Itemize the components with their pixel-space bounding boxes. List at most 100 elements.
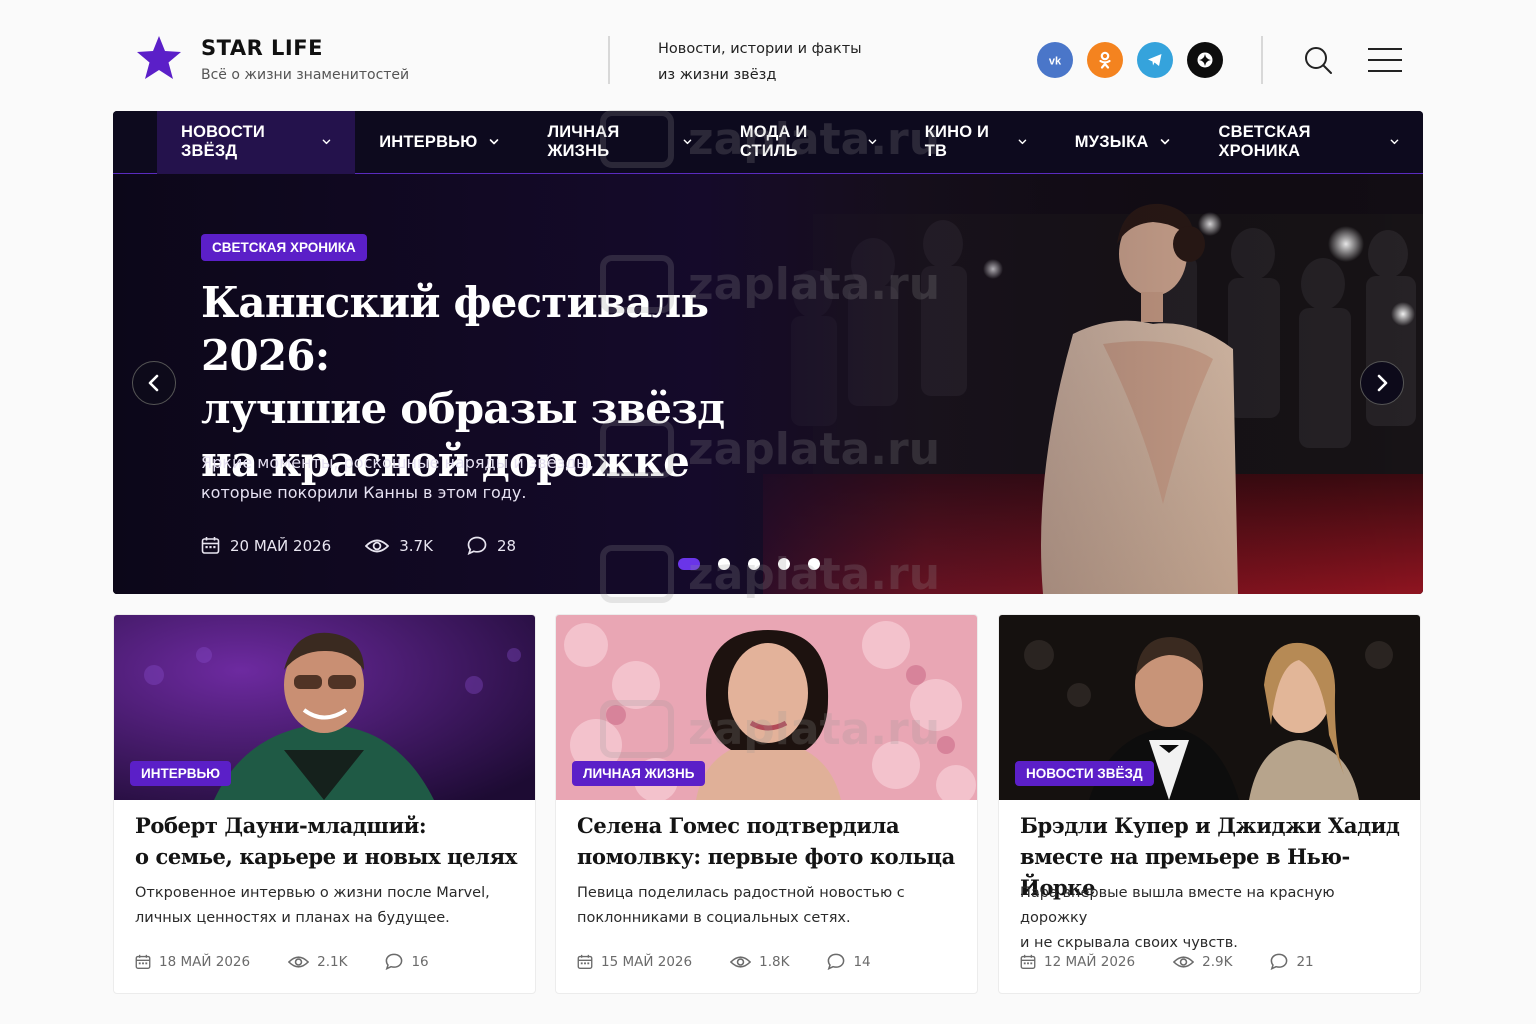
header-divider: [1261, 36, 1263, 84]
slider-dot[interactable]: [718, 558, 730, 570]
slider-next-button[interactable]: [1360, 361, 1404, 405]
hero-comments: 28: [467, 536, 516, 555]
card-title-line: Брэдли Купер и Джиджи Хадид: [1020, 813, 1400, 838]
card-meta: 12 МАЙ 2026 2.9K 21: [1020, 953, 1352, 970]
header-description-line: Новости, истории и факты: [658, 41, 862, 57]
header-divider: [608, 36, 610, 84]
card-date-text: 18 МАЙ 2026: [159, 953, 251, 970]
nav-item-4[interactable]: КИНО И ТВ: [901, 111, 1051, 174]
hero-section: НОВОСТИ ЗВЁЗД ИНТЕРВЬЮ ЛИЧНАЯ ЖИЗНЬ МОДА И …: [113, 111, 1423, 594]
card-description-line: Певица поделилась радостной новостью с: [577, 885, 905, 901]
brand-name[interactable]: STAR LIFE: [201, 36, 323, 60]
svg-text:vk: vk: [1049, 56, 1062, 68]
hero-date: 20 МАЙ 2026: [201, 536, 331, 555]
chevron-down-icon: [1018, 139, 1027, 145]
card-comments: 16: [385, 953, 429, 970]
hero-category-badge[interactable]: СВЕТСКАЯ ХРОНИКА: [201, 234, 367, 261]
eye-icon: [730, 955, 752, 968]
card-comments: 21: [1270, 953, 1314, 970]
card-views-count: 1.8K: [759, 953, 790, 970]
search-icon[interactable]: [1303, 45, 1333, 75]
slider-dot[interactable]: [678, 558, 700, 570]
calendar-icon: [135, 954, 151, 969]
card-comments-count: 16: [411, 953, 429, 970]
nav-item-3[interactable]: МОДА И СТИЛЬ: [716, 111, 901, 174]
chevron-down-icon: [868, 139, 877, 145]
nav-item-label: СВЕТСКАЯ ХРОНИКА: [1218, 123, 1311, 160]
nav-item-label: ИНТЕРВЬЮ: [379, 132, 478, 151]
card-title-line: о семье, карьере и новых целях: [135, 844, 517, 869]
nav-item-2[interactable]: ЛИЧНАЯ ЖИЗНЬ: [523, 111, 715, 174]
card-meta: 15 МАЙ 2026 1.8K 14: [577, 953, 909, 970]
card-description: Пара впервые вышла вместе на красную дор…: [1020, 881, 1405, 956]
chevron-down-icon: [683, 139, 692, 145]
star-logo-icon[interactable]: [135, 34, 183, 82]
card-title-line: Роберт Дауни-младший:: [135, 813, 427, 838]
card-description-line: Откровенное интервью о жизни после Marve…: [135, 885, 490, 901]
card-date: 12 МАЙ 2026: [1020, 954, 1135, 970]
card-date-text: 15 МАЙ 2026: [601, 953, 693, 970]
comment-icon: [386, 953, 403, 970]
nav-item-label: МУЗЫКА: [1074, 132, 1149, 151]
site-header: STAR LIFE Всё о жизни знаменитостей Ново…: [113, 28, 1423, 98]
hero-views: 3.7K: [365, 537, 433, 555]
card-category-badge[interactable]: ЛИЧНАЯ ЖИЗНЬ: [572, 761, 706, 786]
card-views: 2.9K: [1173, 954, 1232, 970]
card-title[interactable]: Роберт Дауни-младший: о семье, карьере и…: [135, 810, 520, 872]
eye-icon: [365, 539, 390, 552]
brand-tagline: Всё о жизни знаменитостей: [201, 67, 410, 83]
hero-subtitle-line: Яркие моменты, роскошные наряды и звёзды…: [201, 453, 594, 472]
news-card[interactable]: ЛИЧНАЯ ЖИЗНЬ Селена Гомес подтвердила по…: [555, 614, 978, 994]
odnoklassniki-icon[interactable]: [1087, 42, 1123, 78]
nav-item-label: МОДА И СТИЛЬ: [739, 123, 808, 160]
chevron-right-icon: [1377, 374, 1388, 392]
card-views: 2.1K: [288, 954, 347, 970]
card-comments-count: 14: [853, 953, 871, 970]
card-description-line: поклонниками в социальных сетях.: [577, 910, 851, 926]
hero-views-count: 3.7K: [399, 536, 433, 555]
slider-dot[interactable]: [748, 558, 760, 570]
nav-item-label: НОВОСТИ ЗВЁЗД: [181, 123, 265, 160]
card-title-line: помолвку: первые фото кольца: [577, 844, 955, 869]
card-meta: 18 МАЙ 2026 2.1K 16: [135, 953, 467, 970]
eye-icon: [288, 955, 310, 968]
card-date: 15 МАЙ 2026: [577, 954, 692, 970]
card-description-line: личных ценностях и планах на будущее.: [135, 910, 450, 926]
nav-item-0[interactable]: НОВОСТИ ЗВЁЗД: [157, 111, 356, 174]
hero-title-line: лучшие образы звёзд: [201, 384, 725, 433]
comment-icon: [467, 536, 487, 555]
news-card[interactable]: ИНТЕРВЬЮ Роберт Дауни-младший: о семье, …: [113, 614, 536, 994]
nav-item-label: ЛИЧНАЯ ЖИЗНЬ: [547, 123, 620, 160]
card-category-badge[interactable]: ИНТЕРВЬЮ: [130, 761, 232, 786]
telegram-icon[interactable]: [1137, 42, 1173, 78]
card-title-line: Селена Гомес подтвердила: [577, 813, 900, 838]
slider-dot[interactable]: [778, 558, 790, 570]
hamburger-menu-icon[interactable]: [1368, 48, 1402, 72]
social-links: vk: [1037, 42, 1223, 78]
nav-item-1[interactable]: ИНТЕРВЬЮ: [355, 111, 523, 174]
vk-icon[interactable]: vk: [1037, 42, 1073, 78]
chevron-down-icon: [322, 139, 331, 145]
calendar-icon: [1020, 954, 1036, 969]
card-title[interactable]: Селена Гомес подтвердила помолвку: первы…: [577, 810, 962, 872]
chevron-left-icon: [148, 374, 159, 392]
nav-item-6[interactable]: СВЕТСКАЯ ХРОНИКА: [1194, 111, 1423, 174]
card-category-badge[interactable]: НОВОСТИ ЗВЁЗД: [1015, 761, 1154, 786]
card-date-text: 12 МАЙ 2026: [1044, 953, 1136, 970]
card-comments: 14: [827, 953, 871, 970]
nav-item-5[interactable]: МУЗЫКА: [1051, 111, 1195, 174]
card-views-count: 2.9K: [1202, 953, 1233, 970]
card-views-count: 2.1K: [317, 953, 348, 970]
dzen-icon[interactable]: [1187, 42, 1223, 78]
slider-dots: [678, 558, 820, 570]
news-card[interactable]: НОВОСТИ ЗВЁЗД Брэдли Купер и Джиджи Хади…: [998, 614, 1421, 994]
slider-dot[interactable]: [808, 558, 820, 570]
comment-icon: [828, 953, 845, 970]
header-description: Новости, истории и факты из жизни звёзд: [658, 36, 862, 88]
nav-item-label: КИНО И ТВ: [924, 123, 990, 160]
hero-title-line: Каннский фестиваль 2026:: [201, 278, 709, 380]
card-description: Певица поделилась радостной новостью с п…: [577, 881, 962, 931]
card-views: 1.8K: [730, 954, 789, 970]
hero-date-text: 20 МАЙ 2026: [230, 536, 332, 555]
slider-prev-button[interactable]: [132, 361, 176, 405]
